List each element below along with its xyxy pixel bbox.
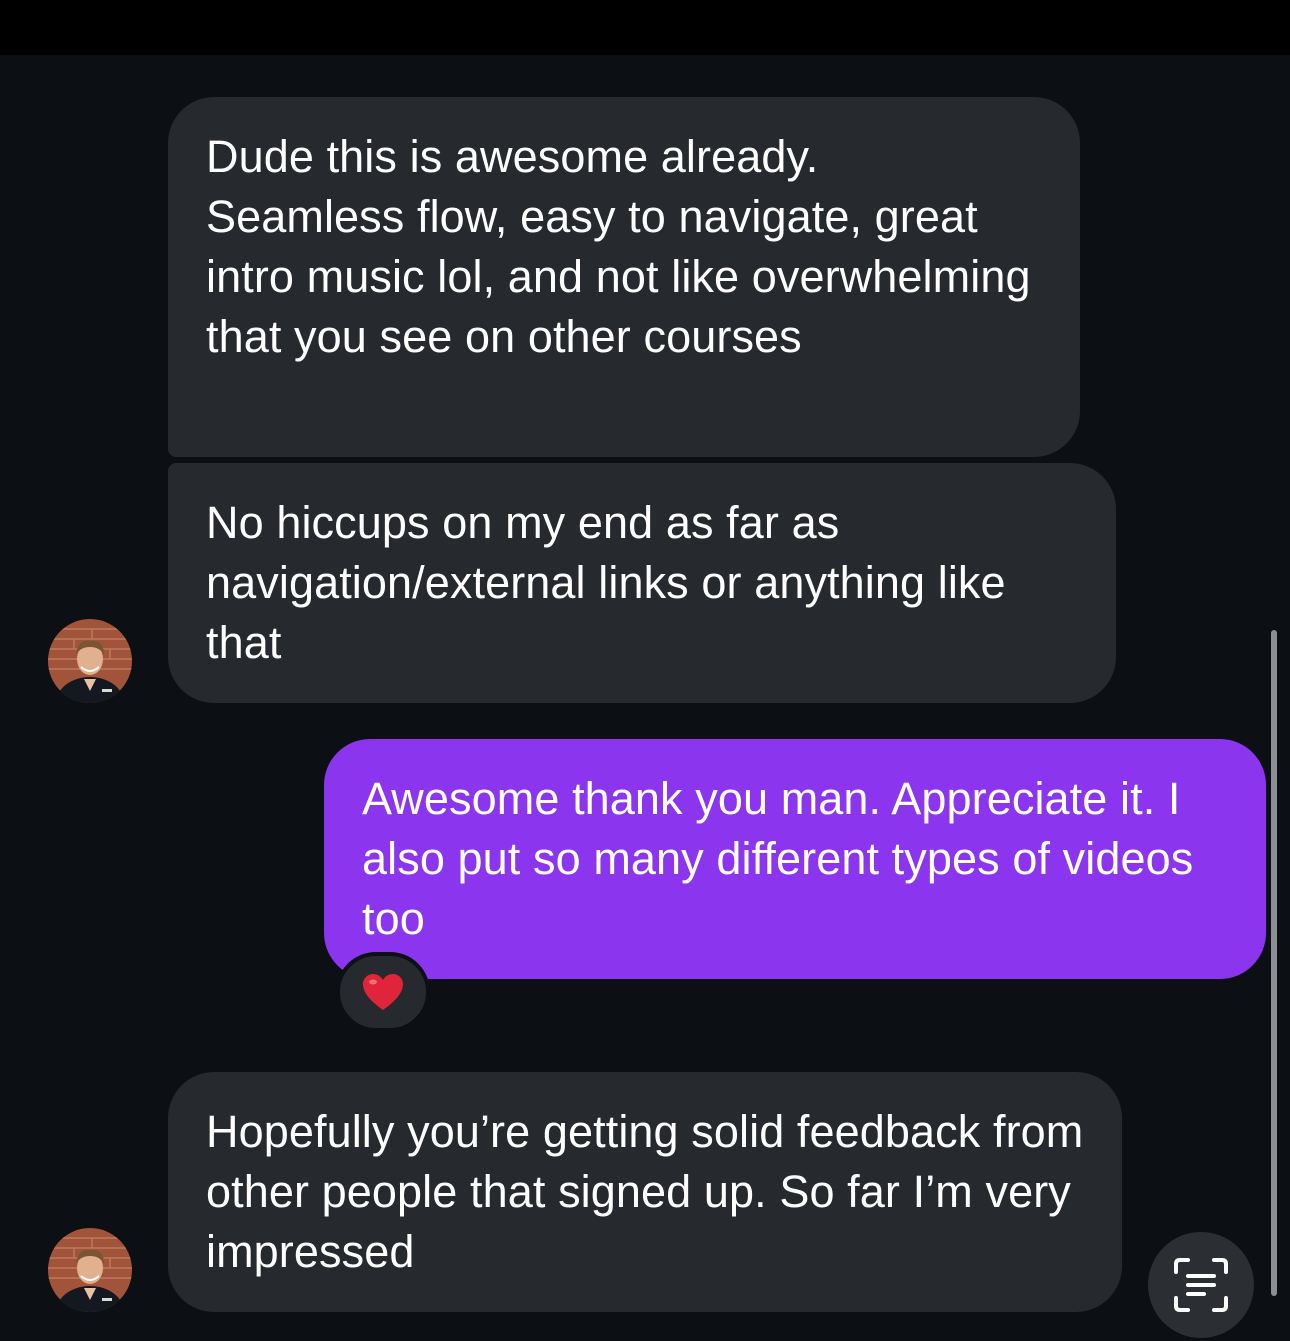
top-bar: [0, 0, 1290, 55]
live-text-scan-icon: [1174, 1258, 1228, 1312]
chat-screen: Dude this is awesome already. Seamless f…: [0, 0, 1290, 1341]
scrollbar[interactable]: [1271, 630, 1277, 1296]
heart-icon: [363, 974, 403, 1010]
message-bubble-outgoing[interactable]: Awesome thank you man. Appreciate it. I …: [324, 739, 1266, 979]
message-bubble-incoming[interactable]: Hopefully you’re getting solid feedback …: [168, 1072, 1122, 1312]
contact-avatar[interactable]: [48, 1228, 132, 1312]
avatar-photo: [48, 619, 132, 703]
contact-avatar[interactable]: [48, 619, 132, 703]
message-bubble-incoming[interactable]: No hiccups on my end as far as navigatio…: [168, 463, 1116, 703]
message-reaction[interactable]: [336, 952, 430, 1032]
live-text-scan-button[interactable]: [1148, 1232, 1254, 1338]
avatar-photo: [48, 1228, 132, 1312]
message-bubble-incoming[interactable]: Dude this is awesome already. Seamless f…: [168, 97, 1080, 457]
